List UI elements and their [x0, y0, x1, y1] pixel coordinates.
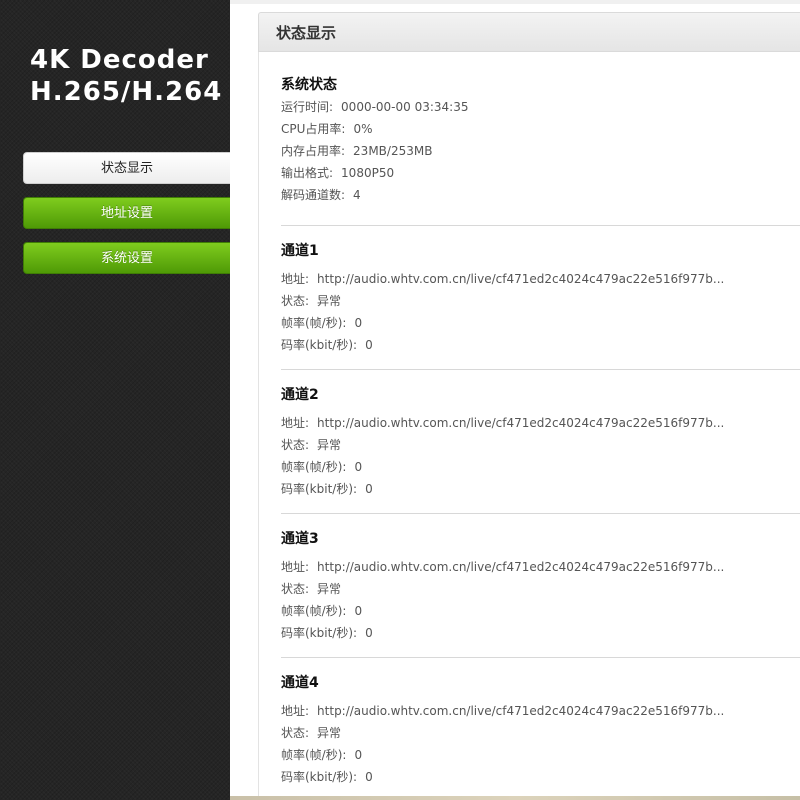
divider [281, 225, 800, 226]
address-label: 地址: [281, 704, 310, 718]
nav-system-settings[interactable]: 系统设置 [23, 242, 230, 274]
channel-2-address-row: 地址: http://audio.whtv.com.cn/live/cf471ed… [281, 412, 800, 434]
fps-value: 0 [354, 748, 363, 762]
status-value: 异常 [317, 438, 342, 452]
divider [281, 369, 800, 370]
channel-1-status-row: 状态: 异常 [281, 290, 800, 312]
status-value: 异常 [317, 726, 342, 740]
fps-value: 0 [354, 316, 363, 330]
uptime-label: 运行时间: [281, 100, 334, 114]
fps-label: 帧率(帧/秒): [281, 748, 347, 762]
decode-channels-value: 4 [353, 188, 361, 202]
channel-4-address-row: 地址: http://audio.whtv.com.cn/live/cf471ed… [281, 700, 800, 722]
output-format-row: 输出格式: 1080P50 [281, 162, 800, 184]
fps-label: 帧率(帧/秒): [281, 460, 347, 474]
nav-status-display[interactable]: 状态显示 [23, 152, 230, 184]
panel-title: 状态显示 [276, 24, 337, 42]
channel-4-status-row: 状态: 异常 [281, 722, 800, 744]
status-label: 状态: [281, 726, 310, 740]
status-value: 异常 [317, 294, 342, 308]
uptime-value: 0000-00-00 03:34:35 [341, 100, 469, 114]
bitrate-value: 0 [365, 482, 373, 496]
nav-address-settings[interactable]: 地址设置 [23, 197, 230, 229]
memory-row: 内存占用率: 23MB/253MB [281, 140, 800, 162]
system-status-title: 系统状态 [281, 77, 337, 93]
channel-3-bitrate-row: 码率(kbit/秒): 0 [281, 622, 800, 644]
channel-2-status-row: 状态: 异常 [281, 434, 800, 456]
channel-3-address-row: 地址: http://audio.whtv.com.cn/live/cf471ed… [281, 556, 800, 578]
channel-3-section: 通道3 地址: http://audio.whtv.com.cn/live/cf4… [281, 528, 800, 644]
cpu-label: CPU占用率: [281, 122, 346, 136]
channel-4-fps-row: 帧率(帧/秒): 0 [281, 744, 800, 766]
system-status-section: 系统状态 运行时间: 0000-00-00 03:34:35 CPU占用率: 0% … [281, 74, 800, 206]
logo-line-1: 4K Decoder [30, 45, 209, 75]
output-format-label: 输出格式: [281, 166, 334, 180]
address-label: 地址: [281, 560, 310, 574]
channel-4-section: 通道4 地址: http://audio.whtv.com.cn/live/cf4… [281, 672, 800, 788]
uptime-row: 运行时间: 0000-00-00 03:34:35 [281, 96, 800, 118]
fps-value: 0 [354, 604, 363, 618]
channel-2-title: 通道2 [281, 387, 319, 403]
bitrate-label: 码率(kbit/秒): [281, 338, 358, 352]
channel-3-fps-row: 帧率(帧/秒): 0 [281, 600, 800, 622]
app-logo: 4K Decoder H.265/H.264 [30, 44, 230, 108]
memory-label: 内存占用率: [281, 144, 346, 158]
channel-3-title: 通道3 [281, 531, 319, 547]
bitrate-label: 码率(kbit/秒): [281, 626, 358, 640]
sidebar: 4K Decoder H.265/H.264 状态显示 地址设置 系统设置 [0, 0, 230, 800]
decode-channels-row: 解码通道数: 4 [281, 184, 800, 206]
channel-2-bitrate-row: 码率(kbit/秒): 0 [281, 478, 800, 500]
address-value: http://audio.whtv.com.cn/live/cf471ed2c4… [317, 704, 725, 718]
channel-1-fps-row: 帧率(帧/秒): 0 [281, 312, 800, 334]
channel-1-bitrate-row: 码率(kbit/秒): 0 [281, 334, 800, 356]
channel-3-status-row: 状态: 异常 [281, 578, 800, 600]
memory-value: 23MB/253MB [353, 144, 433, 158]
fps-value: 0 [354, 460, 363, 474]
status-label: 状态: [281, 294, 310, 308]
cpu-value: 0% [353, 122, 373, 136]
channel-2-section: 通道2 地址: http://audio.whtv.com.cn/live/cf4… [281, 384, 800, 500]
bitrate-value: 0 [365, 770, 373, 784]
main-content: 状态显示 系统状态 运行时间: 0000-00-00 03:34:35 CPU占用… [230, 0, 800, 796]
address-value: http://audio.whtv.com.cn/live/cf471ed2c4… [317, 272, 725, 286]
cpu-row: CPU占用率: 0% [281, 118, 800, 140]
bitrate-value: 0 [365, 338, 373, 352]
panel-body: 系统状态 运行时间: 0000-00-00 03:34:35 CPU占用率: 0% … [258, 52, 800, 796]
divider [281, 513, 800, 514]
bitrate-value: 0 [365, 626, 373, 640]
channel-4-title: 通道4 [281, 675, 319, 691]
decode-channels-label: 解码通道数: [281, 188, 346, 202]
address-value: http://audio.whtv.com.cn/live/cf471ed2c4… [317, 560, 725, 574]
top-border [230, 0, 800, 4]
divider [281, 657, 800, 658]
bitrate-label: 码率(kbit/秒): [281, 770, 358, 784]
channel-4-bitrate-row: 码率(kbit/秒): 0 [281, 766, 800, 788]
status-value: 异常 [317, 582, 342, 596]
panel-header: 状态显示 [258, 12, 800, 52]
channel-2-fps-row: 帧率(帧/秒): 0 [281, 456, 800, 478]
channel-1-title: 通道1 [281, 243, 319, 259]
address-value: http://audio.whtv.com.cn/live/cf471ed2c4… [317, 416, 725, 430]
status-label: 状态: [281, 438, 310, 452]
logo-line-2: H.265/H.264 [30, 77, 223, 107]
status-label: 状态: [281, 582, 310, 596]
fps-label: 帧率(帧/秒): [281, 604, 347, 618]
fps-label: 帧率(帧/秒): [281, 316, 347, 330]
bottom-edge [230, 796, 800, 800]
address-label: 地址: [281, 272, 310, 286]
channel-1-section: 通道1 地址: http://audio.whtv.com.cn/live/cf4… [281, 240, 800, 356]
address-label: 地址: [281, 416, 310, 430]
output-format-value: 1080P50 [341, 166, 395, 180]
bitrate-label: 码率(kbit/秒): [281, 482, 358, 496]
channel-1-address-row: 地址: http://audio.whtv.com.cn/live/cf471ed… [281, 268, 800, 290]
